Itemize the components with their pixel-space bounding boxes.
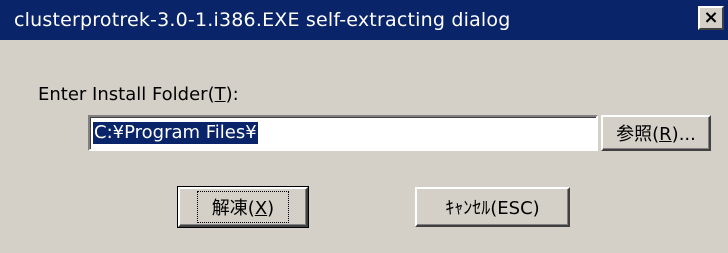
install-folder-label: Enter Install Folder(T):: [38, 84, 239, 105]
install-folder-label-prefix: Enter Install Folder(: [38, 84, 215, 105]
browse-label-suffix: )...: [671, 124, 696, 145]
title-bar[interactable]: clusterprotrek-3.0-1.i386.EXE self-extra…: [0, 0, 728, 40]
install-folder-value: C:¥Program Files¥: [93, 122, 258, 144]
extract-button[interactable]: 解凍(X): [177, 186, 309, 228]
close-button[interactable]: ×: [698, 6, 724, 30]
cancel-label: ｷｬﾝｾﾙ(ESC): [445, 198, 540, 219]
close-icon: ×: [703, 7, 719, 28]
install-folder-label-accel: T: [214, 84, 226, 105]
extract-label: 解凍(X): [196, 191, 290, 223]
extract-label-suffix: ): [267, 198, 275, 219]
browse-label-prefix: 参照(: [616, 124, 660, 145]
browse-label: 参照(R)...: [616, 120, 696, 146]
extract-label-prefix: 解凍(: [211, 198, 255, 219]
browse-label-accel: R: [659, 124, 672, 145]
cancel-button[interactable]: ｷｬﾝｾﾙ(ESC): [415, 187, 570, 227]
self-extracting-dialog: clusterprotrek-3.0-1.i386.EXE self-extra…: [0, 0, 728, 253]
extract-label-accel: X: [254, 198, 268, 219]
window-title: clusterprotrek-3.0-1.i386.EXE self-extra…: [14, 9, 511, 31]
install-folder-input[interactable]: C:¥Program Files¥: [88, 115, 598, 151]
install-folder-label-suffix: ):: [225, 84, 239, 105]
browse-button[interactable]: 参照(R)...: [601, 115, 711, 151]
